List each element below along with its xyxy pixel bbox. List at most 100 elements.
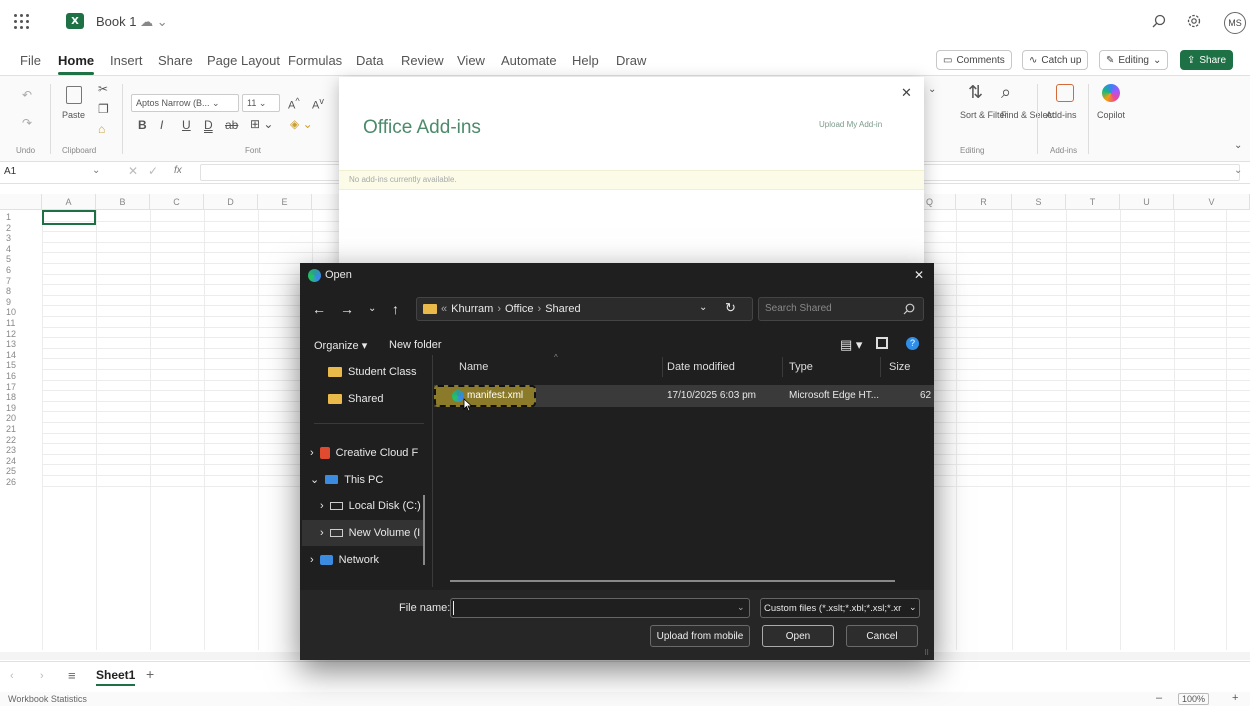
tab-data[interactable]: Data bbox=[356, 53, 383, 68]
decrease-font-icon[interactable]: Av bbox=[312, 96, 324, 112]
paste-button[interactable]: Paste bbox=[62, 110, 85, 120]
column-divider[interactable] bbox=[662, 357, 663, 377]
italic-icon[interactable]: I bbox=[160, 118, 163, 132]
active-cell-a1[interactable] bbox=[42, 210, 96, 225]
tab-automate[interactable]: Automate bbox=[501, 53, 557, 68]
view-options-icon[interactable]: ▤ ▾ bbox=[840, 337, 862, 353]
gear-icon[interactable] bbox=[1186, 13, 1202, 29]
file-row[interactable]: manifest.xml 17/10/2025 6:03 pm Microsof… bbox=[434, 385, 934, 407]
expand-formula-icon[interactable]: ⌄ bbox=[1234, 165, 1242, 176]
nav-item-shared[interactable]: Shared bbox=[328, 393, 383, 405]
close-icon[interactable]: ✕ bbox=[914, 268, 924, 282]
search-icon[interactable] bbox=[1152, 14, 1166, 28]
tab-view[interactable]: View bbox=[457, 53, 485, 68]
catch-up-button[interactable]: ∿ Catch up bbox=[1022, 50, 1089, 70]
name-box-chevron-icon[interactable]: ⌄ bbox=[92, 165, 100, 176]
file-name-history-chevron-icon[interactable]: ⌄ bbox=[737, 602, 745, 613]
column-header[interactable]: V bbox=[1174, 194, 1250, 210]
breadcrumb-item[interactable]: Shared bbox=[545, 303, 580, 315]
breadcrumb-overflow[interactable]: « bbox=[441, 303, 447, 315]
new-folder-button[interactable]: New folder bbox=[389, 339, 442, 351]
format-painter-icon[interactable]: ⌂ bbox=[98, 122, 105, 136]
tab-draw[interactable]: Draw bbox=[616, 53, 646, 68]
breadcrumb-item[interactable]: Khurram bbox=[451, 303, 493, 315]
zoom-level[interactable]: 100% bbox=[1178, 693, 1210, 705]
nav-item-student-class[interactable]: Student Class bbox=[328, 366, 416, 378]
column-header[interactable]: A bbox=[42, 194, 96, 210]
recent-locations-chevron-icon[interactable]: ⌄ bbox=[368, 303, 376, 314]
zoom-out-icon[interactable]: – bbox=[1156, 692, 1162, 704]
close-icon[interactable]: ✕ bbox=[901, 85, 912, 101]
column-header[interactable]: R bbox=[956, 194, 1012, 210]
open-button[interactable]: Open bbox=[762, 625, 834, 647]
redo-icon[interactable]: ↷ bbox=[22, 116, 32, 130]
select-all-corner[interactable] bbox=[0, 194, 42, 210]
forward-arrow-icon[interactable]: → bbox=[340, 301, 354, 317]
resize-grip-icon[interactable]: ⠿ bbox=[924, 649, 929, 657]
workbook-title[interactable]: Book 1 ☁ ⌄ bbox=[96, 14, 168, 30]
organize-menu[interactable]: Organize ▾ bbox=[314, 339, 367, 352]
prev-sheet-icon[interactable]: ‹ bbox=[10, 670, 14, 682]
nav-item-local-disk[interactable]: › Local Disk (C:) bbox=[320, 500, 421, 512]
tab-formulas[interactable]: Formulas bbox=[288, 53, 342, 68]
copy-icon[interactable]: ❐ bbox=[98, 102, 109, 116]
search-field[interactable]: Search Shared bbox=[758, 297, 924, 321]
strikethrough-icon[interactable]: ab bbox=[225, 118, 238, 132]
tab-page-layout[interactable]: Page Layout bbox=[207, 53, 280, 68]
comments-button[interactable]: ▭ Comments bbox=[936, 50, 1012, 70]
up-folder-icon[interactable]: ↑ bbox=[392, 301, 399, 317]
column-header[interactable]: T bbox=[1066, 194, 1120, 210]
column-date-modified[interactable]: Date modified bbox=[667, 361, 735, 373]
app-launcher-icon[interactable] bbox=[14, 14, 30, 30]
font-size-select[interactable]: 11 ⌄ bbox=[242, 94, 280, 112]
tab-insert[interactable]: Insert bbox=[110, 53, 143, 68]
column-name[interactable]: Name bbox=[459, 361, 488, 373]
collapse-ribbon-icon[interactable]: ⌄ bbox=[1234, 140, 1242, 151]
column-divider[interactable] bbox=[880, 357, 881, 377]
column-header[interactable]: S bbox=[1012, 194, 1066, 210]
column-header[interactable]: D bbox=[204, 194, 258, 210]
file-list-scrollbar[interactable] bbox=[450, 580, 895, 582]
paste-icon[interactable] bbox=[66, 86, 82, 104]
copilot-button[interactable]: Copilot bbox=[1097, 110, 1125, 120]
column-header[interactable]: E bbox=[258, 194, 312, 210]
address-history-chevron-icon[interactable]: ⌄ bbox=[699, 302, 707, 313]
addins-icon[interactable] bbox=[1056, 84, 1074, 102]
tab-file[interactable]: File bbox=[20, 53, 41, 68]
next-sheet-icon[interactable]: › bbox=[40, 670, 44, 682]
upload-my-addin-link[interactable]: Upload My Add-in bbox=[819, 120, 882, 129]
fill-color-icon[interactable]: ◈ ⌄ bbox=[290, 117, 313, 131]
help-icon[interactable]: ? bbox=[906, 337, 919, 350]
ribbon-overflow-icon[interactable]: ⌄ bbox=[928, 84, 936, 95]
addins-button[interactable]: Add-ins bbox=[1046, 110, 1077, 120]
all-sheets-icon[interactable]: ≡ bbox=[68, 668, 76, 683]
pane-divider[interactable] bbox=[432, 355, 433, 587]
sort-filter-icon[interactable]: ⇅ bbox=[968, 82, 983, 103]
nav-item-new-volume[interactable]: › New Volume (I bbox=[320, 527, 420, 539]
cancel-entry-icon[interactable]: ✕ bbox=[128, 164, 138, 178]
tab-review[interactable]: Review bbox=[401, 53, 444, 68]
refresh-icon[interactable]: ↻ bbox=[725, 300, 736, 316]
tab-share[interactable]: Share bbox=[158, 53, 193, 68]
cancel-button[interactable]: Cancel bbox=[846, 625, 918, 647]
insert-function-icon[interactable]: fx bbox=[174, 165, 182, 176]
name-box[interactable]: A1 bbox=[4, 166, 16, 177]
workbook-statistics[interactable]: Workbook Statistics bbox=[8, 694, 87, 704]
file-type-filter-select[interactable]: Custom files (*.xslt;*.xbl;*.xsl;*.xr ⌄ bbox=[760, 598, 920, 618]
file-name-input[interactable]: ⌄ bbox=[450, 598, 750, 618]
sheet-tab-sheet1[interactable]: Sheet1 bbox=[96, 668, 136, 686]
zoom-in-icon[interactable]: + bbox=[1232, 692, 1238, 704]
add-sheet-button[interactable]: + bbox=[146, 666, 154, 682]
avatar[interactable]: MS bbox=[1224, 12, 1246, 34]
column-header[interactable]: U bbox=[1120, 194, 1174, 210]
nav-item-this-pc[interactable]: ⌄ This PC bbox=[310, 473, 383, 487]
tab-home[interactable]: Home bbox=[58, 53, 95, 75]
increase-font-icon[interactable]: A^ bbox=[288, 96, 300, 112]
nav-item-creative-cloud[interactable]: › Creative Cloud F bbox=[310, 447, 418, 459]
preview-pane-icon[interactable] bbox=[876, 337, 888, 349]
font-name-select[interactable]: Aptos Narrow (B... ⌄ bbox=[131, 94, 239, 112]
confirm-entry-icon[interactable]: ✓ bbox=[148, 164, 158, 178]
tab-help[interactable]: Help bbox=[572, 53, 599, 68]
nav-item-network[interactable]: › Network bbox=[310, 554, 379, 566]
copilot-icon[interactable] bbox=[1102, 84, 1120, 102]
